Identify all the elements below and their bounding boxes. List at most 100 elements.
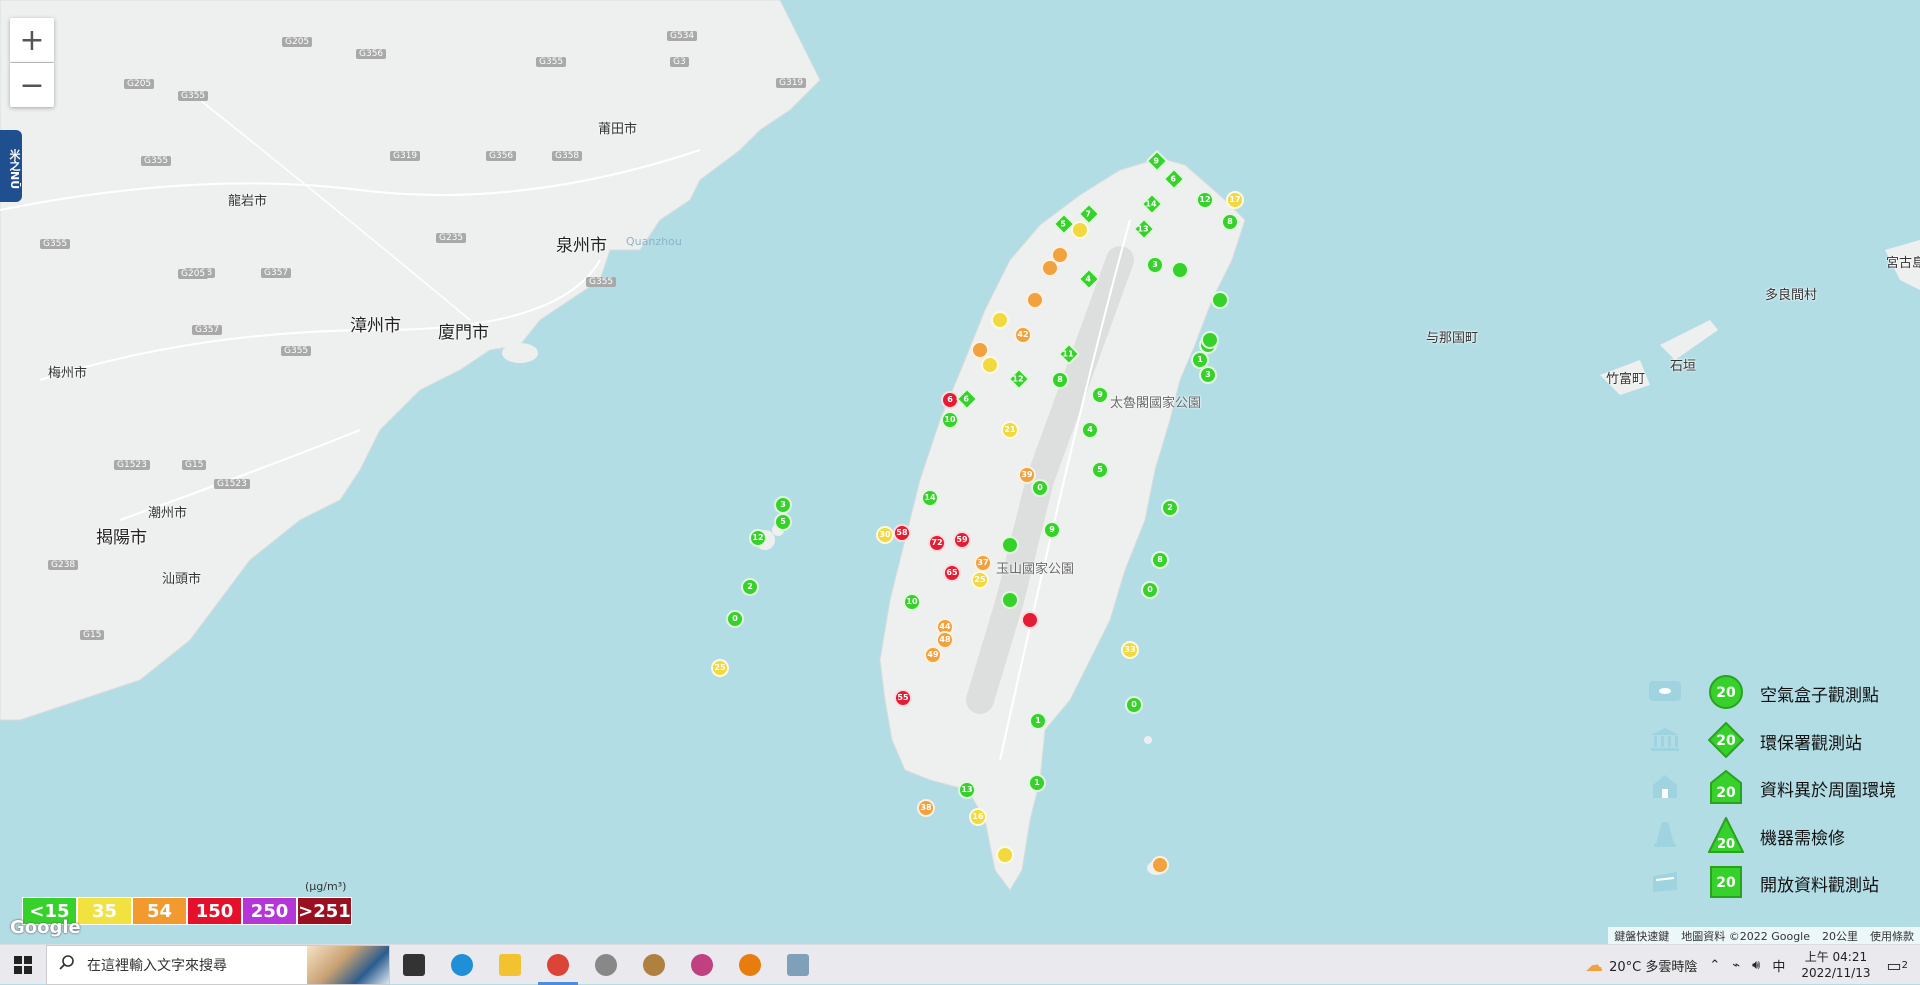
airbox-marker[interactable]: 38 bbox=[917, 799, 935, 817]
task-view-icon bbox=[403, 954, 425, 976]
weather-widget[interactable]: ☁ 20°C 多雲時陰 bbox=[1579, 955, 1703, 976]
airbox-marker[interactable]: 1 bbox=[1029, 712, 1047, 730]
airbox-marker[interactable]: 12 bbox=[1196, 191, 1214, 209]
airbox-marker[interactable]: 3 bbox=[774, 496, 792, 514]
taskbar-app-app-butterfly[interactable] bbox=[678, 945, 726, 985]
network-icon[interactable]: ⌁ bbox=[1726, 958, 1746, 973]
airbox-marker[interactable]: 10 bbox=[903, 593, 921, 611]
scale-band: 150 bbox=[187, 897, 242, 925]
airbox-marker[interactable] bbox=[1071, 221, 1089, 239]
airbox-marker[interactable]: 10 bbox=[941, 411, 959, 429]
legend-row: 20資料異於周圍環境 bbox=[1640, 767, 1910, 815]
airbox-marker[interactable]: 37 bbox=[974, 554, 992, 572]
airbox-marker[interactable]: 0 bbox=[1125, 696, 1143, 714]
airbox-marker[interactable]: 72 bbox=[928, 534, 946, 552]
airbox-marker[interactable]: 9 bbox=[1043, 521, 1061, 539]
airbox-marker[interactable] bbox=[1151, 856, 1169, 874]
airbox-marker[interactable] bbox=[996, 846, 1014, 864]
airbox-marker[interactable]: 65 bbox=[943, 564, 961, 582]
keyboard-shortcuts-link[interactable]: 鍵盤快速鍵 bbox=[1608, 927, 1675, 944]
taskbar-app-task-view[interactable] bbox=[390, 945, 438, 985]
chevron-up-icon[interactable]: ⌃ bbox=[1703, 958, 1726, 973]
airbox-marker[interactable]: 30 bbox=[876, 526, 894, 544]
marker-value: 21 bbox=[1004, 425, 1015, 434]
marker-value: 1 bbox=[1034, 778, 1040, 787]
airbox-marker[interactable] bbox=[1026, 291, 1044, 309]
epa-station-marker[interactable]: 14 bbox=[1141, 193, 1164, 216]
airbox-marker[interactable]: 14 bbox=[921, 489, 939, 507]
airbox-marker[interactable]: 25 bbox=[971, 571, 989, 589]
airbox-marker[interactable]: 49 bbox=[924, 646, 942, 664]
taskbar-app-blender[interactable] bbox=[726, 945, 774, 985]
map-canvas[interactable]: 莆田市龍岩市泉州市Quanzhou漳州市廈門市梅州市潮州市揭陽市汕頭市与那国町竹… bbox=[0, 0, 1920, 944]
airbox-marker[interactable]: 8 bbox=[1051, 371, 1069, 389]
airbox-marker[interactable] bbox=[1001, 591, 1019, 609]
epa-station-marker[interactable]: 11 bbox=[1058, 343, 1081, 366]
airbox-marker[interactable]: 8 bbox=[1221, 213, 1239, 231]
notification-center[interactable]: ▭ 2 bbox=[1881, 956, 1920, 975]
airbox-marker[interactable]: 59 bbox=[953, 531, 971, 549]
taskbar-app-app-compass[interactable] bbox=[582, 945, 630, 985]
airbox-marker[interactable]: 33 bbox=[1121, 641, 1139, 659]
taskbar-app-app-files[interactable] bbox=[774, 945, 822, 985]
zoom-out-button[interactable]: − bbox=[10, 63, 54, 107]
epa-station-marker[interactable]: 6 bbox=[1163, 168, 1186, 191]
airbox-marker[interactable]: 2 bbox=[741, 578, 759, 596]
app-files-icon bbox=[787, 954, 809, 976]
airbox-marker[interactable]: 13 bbox=[958, 781, 976, 799]
government-building-icon bbox=[1648, 726, 1682, 752]
taskbar-search[interactable]: 在這裡輸入文字來搜尋 bbox=[46, 945, 390, 985]
airbox-marker[interactable] bbox=[1171, 261, 1189, 279]
airbox-marker[interactable] bbox=[1041, 259, 1059, 277]
epa-station-marker[interactable]: 13 bbox=[1133, 218, 1156, 241]
zoom-in-button[interactable]: + bbox=[10, 18, 54, 62]
airbox-marker[interactable]: 12 bbox=[749, 529, 767, 547]
airbox-marker[interactable]: 1 bbox=[1028, 774, 1046, 792]
epa-station-marker[interactable]: 12 bbox=[1008, 368, 1031, 391]
airbox-marker[interactable]: 55 bbox=[894, 689, 912, 707]
taskbar-app-edge[interactable] bbox=[438, 945, 486, 985]
ime-indicator[interactable]: 中 bbox=[1766, 956, 1791, 975]
taskbar-app-chrome[interactable] bbox=[534, 945, 582, 985]
airbox-marker[interactable] bbox=[1201, 331, 1219, 349]
epa-station-marker[interactable]: 4 bbox=[1078, 268, 1101, 291]
airbox-marker[interactable]: 5 bbox=[1091, 461, 1109, 479]
epa-station-marker[interactable]: 9 bbox=[1146, 150, 1169, 173]
epa-station-marker[interactable]: 6 bbox=[956, 388, 979, 411]
volume-icon[interactable]: 🔊︎ bbox=[1746, 958, 1766, 973]
start-button[interactable] bbox=[0, 945, 46, 985]
marker-value: 6 bbox=[947, 395, 953, 404]
side-panel-tab[interactable]: 米之NŪ bbox=[0, 130, 22, 202]
legend-circle-marker: 20 bbox=[1708, 674, 1744, 710]
airbox-marker[interactable]: 9 bbox=[1091, 386, 1109, 404]
airbox-marker[interactable] bbox=[1001, 536, 1019, 554]
airbox-marker[interactable]: 42 bbox=[1014, 326, 1032, 344]
airbox-marker[interactable] bbox=[1211, 291, 1229, 309]
airbox-marker[interactable]: 16 bbox=[969, 808, 987, 826]
airbox-marker[interactable]: 17 bbox=[1226, 191, 1244, 209]
airbox-marker[interactable]: 0 bbox=[1031, 479, 1049, 497]
airbox-marker[interactable]: 3 bbox=[1199, 366, 1217, 384]
airbox-marker[interactable]: 0 bbox=[726, 610, 744, 628]
airbox-marker[interactable] bbox=[1021, 611, 1039, 629]
airbox-marker[interactable]: 2 bbox=[1161, 499, 1179, 517]
marker-value: 25 bbox=[974, 575, 985, 584]
airbox-marker[interactable]: 48 bbox=[936, 631, 954, 649]
terms-link[interactable]: 使用條款 bbox=[1864, 927, 1920, 944]
map-scale[interactable]: 20公里 bbox=[1816, 927, 1864, 944]
marker-value: 30 bbox=[879, 530, 890, 539]
airbox-marker[interactable]: 21 bbox=[1001, 421, 1019, 439]
airbox-marker[interactable]: 25 bbox=[711, 659, 729, 677]
airbox-marker[interactable]: 5 bbox=[774, 513, 792, 531]
airbox-marker[interactable]: 8 bbox=[1151, 551, 1169, 569]
airbox-marker[interactable]: 0 bbox=[1141, 581, 1159, 599]
airbox-marker[interactable]: 4 bbox=[1081, 421, 1099, 439]
legend-diamond-marker: 20 bbox=[1708, 722, 1744, 758]
airbox-marker[interactable]: 3 bbox=[1146, 256, 1164, 274]
taskbar-app-app-bird[interactable] bbox=[630, 945, 678, 985]
taskbar-app-file-explorer[interactable] bbox=[486, 945, 534, 985]
airbox-marker[interactable]: 58 bbox=[893, 524, 911, 542]
airbox-marker[interactable] bbox=[991, 311, 1009, 329]
clock[interactable]: 上午 04:21 2022/11/13 bbox=[1791, 949, 1880, 981]
airbox-marker[interactable] bbox=[981, 356, 999, 374]
